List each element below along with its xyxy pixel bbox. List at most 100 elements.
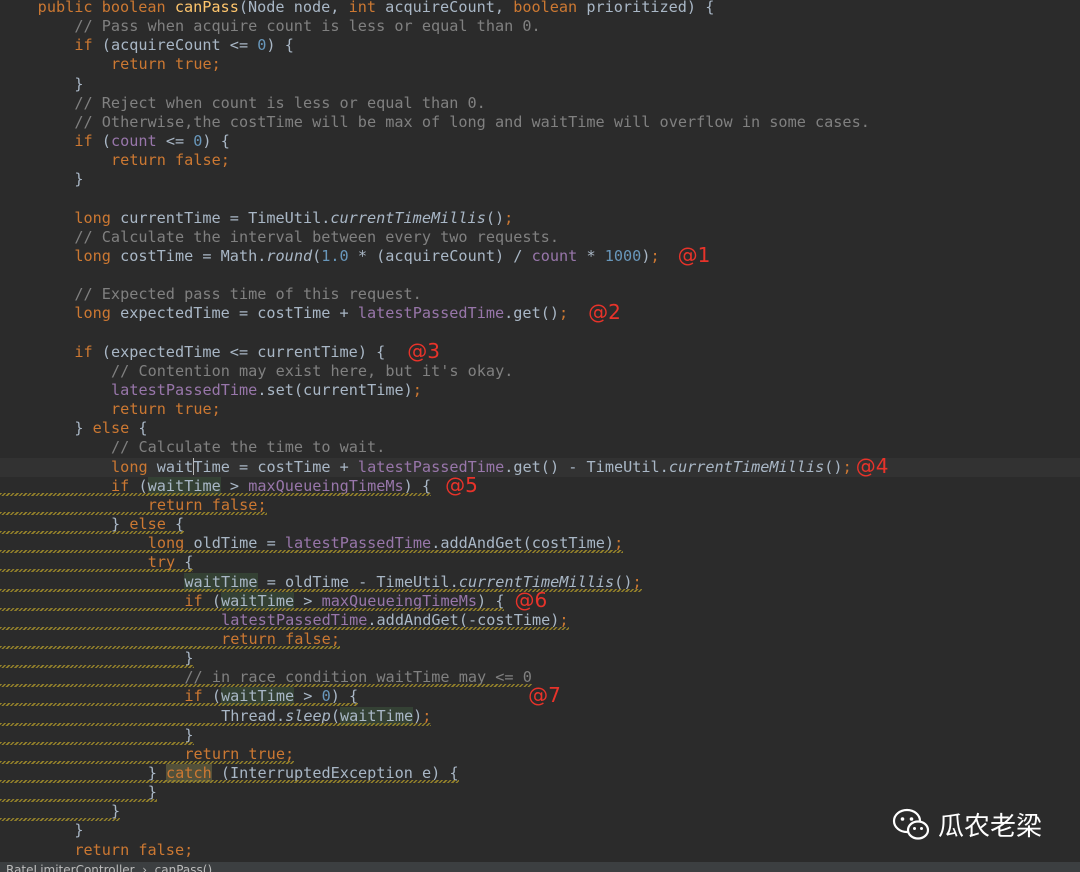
annotation-marker: @5 — [445, 472, 478, 497]
code-token: ; — [504, 208, 514, 227]
code-line[interactable]: // in race condition waitTime may <= 0 — [0, 668, 532, 688]
code-line[interactable]: // Calculate the interval between every … — [0, 228, 559, 247]
code-line[interactable]: } — [0, 821, 83, 840]
code-token: .set(currentTime) — [257, 381, 413, 399]
code-line[interactable]: } else { — [0, 515, 185, 535]
code-token: ; — [559, 304, 569, 323]
code-line[interactable]: return false; — [0, 151, 230, 170]
code-token: acquireCount, — [385, 0, 514, 16]
code-line[interactable]: long expectedTime = costTime + latestPas… — [0, 304, 568, 323]
code-line[interactable]: if (waitTime > maxQueueingTimeMs) { — [0, 591, 505, 611]
annotation-marker: @4 — [855, 453, 889, 478]
wechat-icon — [892, 808, 930, 840]
code-line[interactable]: // Expected pass time of this request. — [0, 285, 421, 304]
code-token: wait — [156, 457, 194, 476]
code-token: return false — [111, 151, 221, 170]
code-token: long — [111, 457, 157, 476]
code-line[interactable] — [0, 190, 1, 209]
code-token: return true — [111, 55, 212, 74]
code-line[interactable]: } — [0, 726, 194, 745]
code-token: 1000 — [604, 246, 642, 265]
code-line[interactable]: return false; — [0, 841, 193, 860]
code-text: // Reject when count is less or equal th… — [74, 94, 485, 113]
annotation-marker: @7 — [528, 683, 561, 708]
code-line[interactable]: if (count <= 0) { — [0, 132, 230, 151]
code-token: else — [92, 419, 139, 438]
code-token: public — [37, 0, 102, 16]
code-token: latestPassedTime — [111, 381, 258, 399]
code-token: (expectedTime <= currentTime) { — [101, 342, 386, 361]
code-token: round — [266, 246, 313, 265]
breadcrumb-bar: RateLimiterController › canPass() — [0, 862, 1080, 872]
code-line[interactable]: long oldTime = latestPassedTime.addAndGe… — [0, 534, 624, 554]
code-line[interactable]: Thread.sleep(waitTime); — [0, 706, 432, 726]
code-token: currentTimeMillis — [330, 208, 486, 227]
code-line[interactable]: latestPassedTime.set(currentTime); — [0, 381, 422, 400]
code-token: ; — [184, 840, 194, 859]
code-line[interactable]: long waitTime = costTime + latestPassedT… — [0, 457, 1080, 477]
code-token: long — [74, 246, 121, 265]
code-text: public boolean canPass(Node node, int ac… — [38, 0, 715, 17]
code-token: canPass — [174, 0, 239, 16]
code-text: // Otherwise,the costTime will be max of… — [74, 113, 870, 132]
code-line[interactable]: latestPassedTime.addAndGet(-costTime); — [0, 611, 569, 630]
annotation-marker: @1 — [677, 242, 711, 267]
code-line[interactable]: if (waitTime > maxQueueingTimeMs) { — [0, 476, 432, 496]
code-line[interactable]: } — [0, 783, 157, 803]
code-text: long expectedTime = costTime + latestPas… — [74, 304, 568, 323]
code-line[interactable]: return false; — [0, 496, 267, 515]
code-token: if — [74, 132, 102, 151]
code-text: // Calculate the interval between every … — [74, 228, 559, 247]
code-token: // Contention may exist here, but it's o… — [111, 361, 514, 380]
code-token: ) { — [202, 132, 230, 151]
code-text: } — [74, 170, 83, 189]
code-text: return true; — [111, 400, 221, 419]
code-token: prioritized) { — [586, 0, 715, 16]
code-token: (acquireCount <= — [101, 36, 258, 55]
code-line[interactable]: } else { — [0, 419, 148, 438]
code-token: costTime = Math. — [120, 246, 267, 265]
code-line[interactable]: } — [0, 649, 194, 669]
code-line[interactable]: try { — [0, 553, 194, 573]
code-token: boolean — [101, 0, 175, 16]
code-token: return false — [74, 840, 185, 859]
code-token: () — [485, 208, 505, 227]
code-line[interactable]: return true; — [0, 400, 221, 419]
code-line[interactable]: long costTime = Math.round(1.0 * (acquir… — [0, 246, 660, 266]
code-token: ; — [650, 246, 660, 265]
code-text: } — [74, 75, 83, 94]
code-line[interactable]: } — [0, 75, 83, 94]
breadcrumb[interactable]: RateLimiterController › canPass() — [6, 864, 212, 872]
code-line[interactable]: long currentTime = TimeUtil.currentTimeM… — [0, 209, 513, 228]
code-token: long — [74, 304, 121, 323]
code-line[interactable]: } — [0, 802, 121, 822]
code-token: // Calculate the time to wait. — [111, 438, 386, 457]
code-line[interactable]: } catch (InterruptedException e) { — [0, 764, 459, 783]
code-line[interactable]: // Contention may exist here, but it's o… — [0, 362, 513, 381]
code-line[interactable]: return true; — [0, 745, 295, 764]
annotation-marker: @2 — [588, 300, 621, 325]
code-line[interactable]: // Calculate the time to wait. — [0, 438, 385, 457]
code-text: latestPassedTime.set(currentTime); — [111, 381, 422, 400]
code-line[interactable]: } — [0, 170, 83, 189]
code-editor[interactable]: public boolean canPass(Node node, int ac… — [0, 0, 1080, 862]
code-line[interactable]: public boolean canPass(Node node, int ac… — [0, 0, 715, 17]
code-line[interactable] — [0, 266, 1, 285]
code-token: if — [74, 342, 102, 361]
code-text: return true; — [111, 55, 221, 74]
code-token: // Pass when acquire count is less or eq… — [74, 17, 541, 36]
code-token: .get() - TimeUtil. — [504, 457, 669, 476]
code-line[interactable]: if (waitTime > 0) { — [0, 687, 359, 707]
code-token: // Calculate the interval between every … — [74, 227, 559, 246]
code-token: ( — [101, 132, 111, 151]
code-line[interactable] — [0, 324, 1, 343]
code-line[interactable]: return false; — [0, 630, 340, 649]
code-token: { — [138, 419, 148, 438]
code-line[interactable]: return true; — [0, 55, 221, 74]
code-line[interactable]: // Otherwise,the costTime will be max of… — [0, 113, 870, 132]
code-token: // Otherwise,the costTime will be max of… — [74, 112, 870, 131]
code-line[interactable]: // Reject when count is less or equal th… — [0, 94, 485, 113]
code-line[interactable]: if (expectedTime <= currentTime) { — [0, 343, 385, 362]
code-line[interactable]: if (acquireCount <= 0) { — [0, 36, 293, 55]
code-line[interactable]: // Pass when acquire count is less or eq… — [0, 17, 541, 36]
